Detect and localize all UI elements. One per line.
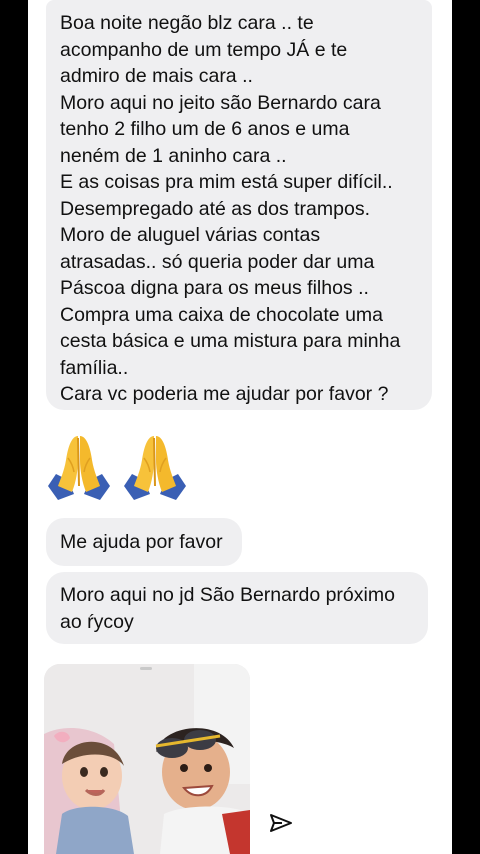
chat-screen: Boa noite negão blz cara .. te acompanho… bbox=[28, 0, 452, 854]
message-bubble-2[interactable]: Me ajuda por favor bbox=[46, 518, 242, 566]
folded-hands-icon bbox=[48, 436, 110, 500]
message-bubble-1[interactable]: Boa noite negão blz cara .. te acompanho… bbox=[46, 0, 432, 410]
message-bubble-3[interactable]: Moro aqui no jd São Bernardo próximo ao … bbox=[46, 572, 428, 644]
photo-message[interactable] bbox=[44, 664, 250, 854]
folded-hands-icon bbox=[124, 436, 186, 500]
send-arrow-icon[interactable] bbox=[268, 810, 294, 836]
emoji-message[interactable] bbox=[44, 430, 190, 504]
children-photo bbox=[44, 664, 250, 854]
drag-handle bbox=[140, 667, 152, 670]
